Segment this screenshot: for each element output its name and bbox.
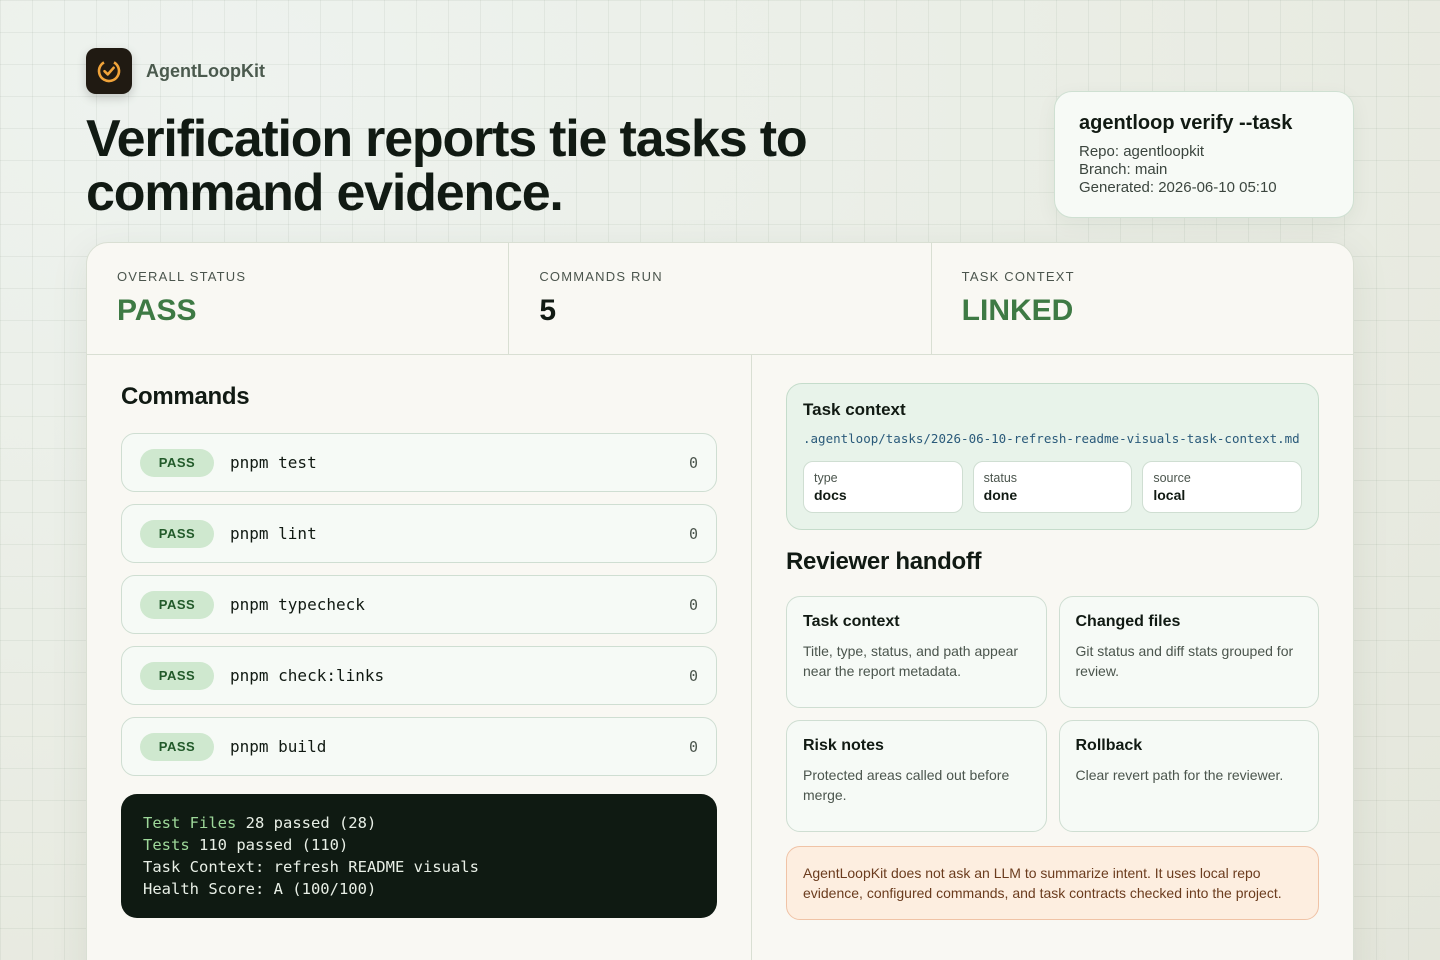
terminal-line: Task Context: refresh README visuals xyxy=(143,858,479,876)
stat-value: LINKED xyxy=(961,294,1074,327)
status-badge: PASS xyxy=(140,590,214,619)
commands-title: Commands xyxy=(121,383,250,410)
exit-code: 0 xyxy=(688,453,698,472)
meta-type: type docs xyxy=(803,461,963,513)
handoff-card-title: Changed files xyxy=(1075,613,1181,630)
handoff-card-desc: Protected areas called out before merge. xyxy=(803,767,1010,803)
stat-value: 5 xyxy=(539,294,557,327)
exit-code: 0 xyxy=(688,595,698,614)
meta-status: status done xyxy=(972,461,1133,513)
meta-value: done xyxy=(983,487,1018,503)
branch-label: Branch: main xyxy=(1079,161,1168,178)
meta-value: docs xyxy=(814,487,847,503)
task-context-path[interactable]: .agentloop/tasks/2026-06-10-refresh-read… xyxy=(803,430,1302,447)
command-row[interactable]: PASS pnpm check:links 0 xyxy=(121,646,717,705)
task-context-meta: type docs status done source local xyxy=(803,461,1303,513)
brand-name: AgentLoopKit xyxy=(146,60,265,81)
meta-key: source xyxy=(1153,471,1191,485)
commands-column: Commands PASS pnpm test 0 PASS pnpm lint… xyxy=(87,355,752,960)
exit-code: 0 xyxy=(688,666,698,685)
handoff-card-risk-notes: Risk notes Protected areas called out be… xyxy=(786,720,1047,832)
terminal-label: Test Files xyxy=(143,814,237,832)
handoff-card-desc: Clear revert path for the reviewer. xyxy=(1075,767,1284,783)
command-row[interactable]: PASS pnpm build 0 xyxy=(121,717,717,776)
terminal-line: Health Score: A (100/100) xyxy=(143,880,377,898)
status-badge: PASS xyxy=(140,661,214,690)
handoff-card-changed-files: Changed files Git status and diff stats … xyxy=(1058,596,1319,708)
terminal-line: Test Files 28 passed (28) xyxy=(143,812,695,834)
terminal-output: Test Files 28 passed (28) Tests 110 pass… xyxy=(121,794,717,918)
command-row[interactable]: PASS pnpm test 0 xyxy=(121,433,717,492)
info-note: AgentLoopKit does not ask an LLM to summ… xyxy=(786,846,1319,920)
handoff-card-title: Rollback xyxy=(1075,737,1143,754)
generated-label: Generated: 2026-06-10 05:10 xyxy=(1079,179,1277,196)
handoff-card-task-context: Task context Title, type, status, and pa… xyxy=(786,596,1047,708)
handoff-card-desc: Git status and diff stats grouped for re… xyxy=(1075,643,1294,679)
check-circle-icon xyxy=(86,48,132,94)
status-badge: PASS xyxy=(140,519,214,548)
command-name: pnpm lint xyxy=(230,524,317,543)
command-name: pnpm check:links xyxy=(230,666,385,685)
handoff-card-title: Risk notes xyxy=(803,737,884,754)
repo-label: Repo: agentloopkit xyxy=(1079,143,1205,160)
terminal-value: 28 passed (28) xyxy=(236,814,377,832)
brand: AgentLoopKit xyxy=(86,48,265,94)
report-panel: OVERALL STATUS PASS COMMANDS RUN 5 TASK … xyxy=(86,242,1354,960)
handoff-card-desc: Title, type, status, and path appear nea… xyxy=(803,643,1019,679)
stat-value: PASS xyxy=(117,294,197,327)
command-name: pnpm test xyxy=(230,453,317,472)
command-row[interactable]: PASS pnpm lint 0 xyxy=(121,504,717,563)
command-list: PASS pnpm test 0 PASS pnpm lint 0 PASS p… xyxy=(121,433,717,776)
stat-label: COMMANDS RUN xyxy=(539,269,663,284)
reviewer-handoff-title: Reviewer handoff xyxy=(786,548,982,575)
verify-command-card: agentloop verify --task Repo: agentloopk… xyxy=(1054,91,1354,218)
command-name: pnpm build xyxy=(230,737,327,756)
stat-commands-run: COMMANDS RUN 5 xyxy=(509,243,932,354)
exit-code: 0 xyxy=(688,524,698,543)
handoff-card-rollback: Rollback Clear revert path for the revie… xyxy=(1058,720,1319,832)
status-badge: PASS xyxy=(140,448,214,477)
task-context-card: Task context .agentloop/tasks/2026-06-10… xyxy=(786,383,1319,530)
terminal-line: Tests 110 passed (110) xyxy=(143,834,695,856)
terminal-value: 110 passed (110) xyxy=(189,836,349,854)
verify-command-title: agentloop verify --task xyxy=(1079,112,1293,134)
handoff-card-title: Task context xyxy=(803,613,900,630)
stat-label: OVERALL STATUS xyxy=(117,269,247,284)
command-row[interactable]: PASS pnpm typecheck 0 xyxy=(121,575,717,634)
exit-code: 0 xyxy=(688,737,698,756)
stat-task-context: TASK CONTEXT LINKED xyxy=(932,243,1353,354)
meta-key: type xyxy=(814,471,838,485)
handoff-grid: Task context Title, type, status, and pa… xyxy=(786,596,1319,832)
command-name: pnpm typecheck xyxy=(230,595,365,614)
meta-source: source local xyxy=(1142,461,1303,513)
status-badge: PASS xyxy=(140,732,214,761)
task-context-title: Task context xyxy=(803,400,906,419)
context-column: Task context .agentloop/tasks/2026-06-10… xyxy=(752,355,1353,960)
stats-row: OVERALL STATUS PASS COMMANDS RUN 5 TASK … xyxy=(87,243,1353,355)
terminal-label: Tests xyxy=(143,836,190,854)
meta-value: local xyxy=(1153,487,1186,503)
page-title: Verification reports tie tasks to comman… xyxy=(86,110,808,222)
stat-label: TASK CONTEXT xyxy=(961,269,1075,284)
stat-overall-status: OVERALL STATUS PASS xyxy=(87,243,510,354)
meta-key: status xyxy=(983,471,1018,485)
